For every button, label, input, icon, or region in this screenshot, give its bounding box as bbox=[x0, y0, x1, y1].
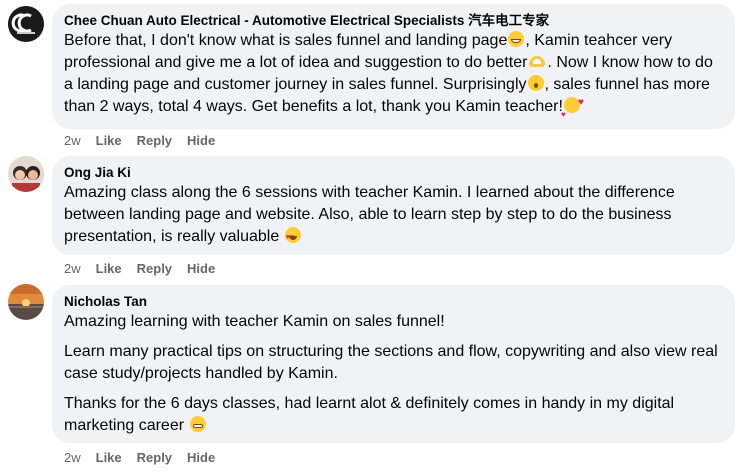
reply-button[interactable]: Reply bbox=[137, 450, 172, 466]
heart-eyes-emoji bbox=[284, 227, 301, 249]
text-segment: Amazing learning with teacher Kamin on s… bbox=[64, 313, 445, 330]
comment-timestamp[interactable]: 2w bbox=[64, 261, 81, 277]
hide-button[interactable]: Hide bbox=[187, 261, 215, 277]
comment-actions: 2w Like Reply Hide bbox=[64, 450, 215, 466]
like-button[interactable]: Like bbox=[96, 450, 122, 466]
comment-text: Amazing class along the 6 sessions with … bbox=[64, 182, 723, 249]
comment-author[interactable]: Chee Chuan Auto Electrical - Automotive … bbox=[64, 12, 723, 30]
comment-bubble: Chee Chuan Auto Electrical - Automotive … bbox=[52, 4, 735, 129]
comment-bubble: Ong Jia Ki Amazing class along the 6 ses… bbox=[52, 156, 735, 255]
text-segment: Learn many practical tips on structuring… bbox=[64, 343, 718, 382]
reply-button[interactable]: Reply bbox=[137, 261, 172, 277]
comment-timestamp[interactable]: 2w bbox=[64, 133, 81, 149]
comment-actions: 2w Like Reply Hide bbox=[64, 133, 215, 149]
reply-button[interactable]: Reply bbox=[137, 133, 172, 149]
grimacing-face-emoji bbox=[189, 416, 206, 432]
comment-text: Amazing learning with teacher Kamin on s… bbox=[64, 311, 723, 437]
cc-logo-avatar[interactable] bbox=[8, 6, 44, 42]
comment-bubble: Nicholas Tan Amazing learning with teach… bbox=[52, 285, 735, 443]
comment-paragraph: Before that, I don't know what is sales … bbox=[64, 30, 723, 126]
comment-author[interactable]: Nicholas Tan bbox=[64, 293, 723, 311]
comment-author[interactable]: Ong Jia Ki bbox=[64, 164, 723, 182]
comment-paragraph: Learn many practical tips on structuring… bbox=[64, 341, 723, 385]
surprised-face-emoji bbox=[527, 75, 544, 91]
like-button[interactable]: Like bbox=[96, 133, 122, 149]
hide-button[interactable]: Hide bbox=[187, 133, 215, 149]
comment-text: Before that, I don't know what is sales … bbox=[64, 30, 723, 126]
heart-hands-emoji bbox=[528, 53, 546, 69]
grinning-face-emoji bbox=[508, 31, 525, 47]
hide-button[interactable]: Hide bbox=[187, 450, 215, 466]
text-segment: Thanks for the 6 days classes, had learn… bbox=[64, 395, 675, 434]
smiling-face-with-hearts-emoji bbox=[561, 92, 584, 126]
comment-paragraph: Amazing learning with teacher Kamin on s… bbox=[64, 311, 723, 333]
comment-paragraph: Amazing class along the 6 sessions with … bbox=[64, 182, 723, 249]
text-segment: Amazing class along the 6 sessions with … bbox=[64, 184, 675, 245]
sunset-photo-avatar[interactable] bbox=[8, 284, 44, 320]
text-segment: Before that, I don't know what is sales … bbox=[64, 32, 508, 49]
profile-photo-avatar[interactable] bbox=[8, 156, 44, 192]
comment-paragraph: Thanks for the 6 days classes, had learn… bbox=[64, 393, 723, 437]
comment-actions: 2w Like Reply Hide bbox=[64, 261, 215, 277]
comment-timestamp[interactable]: 2w bbox=[64, 450, 81, 466]
like-button[interactable]: Like bbox=[96, 261, 122, 277]
